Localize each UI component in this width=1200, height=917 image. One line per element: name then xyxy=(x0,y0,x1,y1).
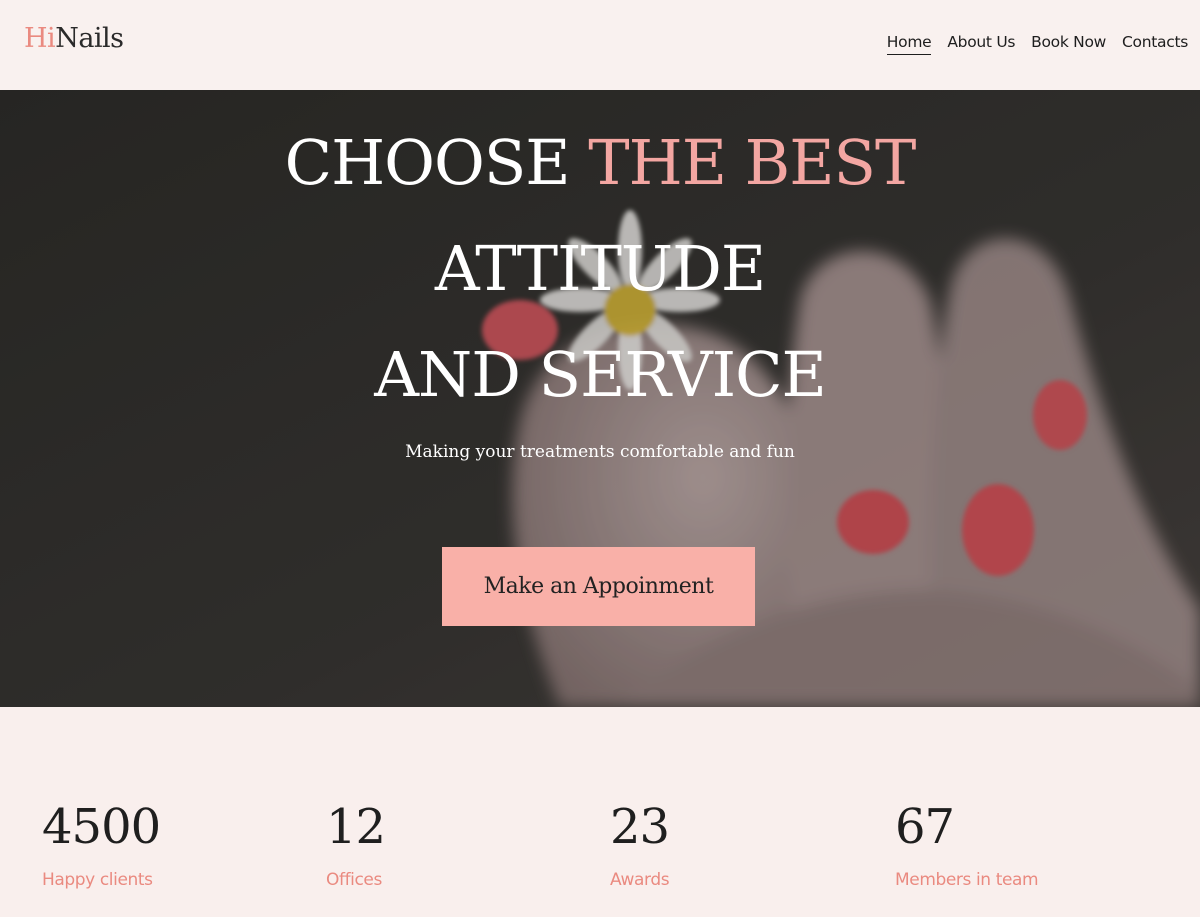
stat-value: 23 xyxy=(610,799,670,855)
make-appointment-button[interactable]: Make an Appoinment xyxy=(442,547,755,626)
stat-awards: 23 Awards xyxy=(610,799,670,890)
logo-suffix: Nails xyxy=(55,23,124,54)
nav-book-now[interactable]: Book Now xyxy=(1031,31,1106,55)
main-nav: Home About Us Book Now Contacts xyxy=(886,31,1188,55)
stat-members-in-team: 67 Members in team xyxy=(895,799,1039,890)
hero-title-line-1: CHOOSE THE BEST xyxy=(0,110,1200,216)
stat-offices: 12 Offices xyxy=(326,799,386,890)
stats-section: 4500 Happy clients 12 Offices 23 Awards … xyxy=(0,707,1200,917)
hero-title-part1: CHOOSE xyxy=(284,126,589,199)
site-logo[interactable]: HiNails xyxy=(24,22,124,56)
hero-title-line-2: ATTITUDE xyxy=(434,232,766,305)
stat-value: 67 xyxy=(895,799,955,855)
stat-value: 12 xyxy=(326,799,386,855)
nav-home[interactable]: Home xyxy=(886,31,932,55)
stat-label: Awards xyxy=(610,870,670,890)
stat-label: Offices xyxy=(326,870,382,890)
logo-prefix: Hi xyxy=(24,23,56,54)
stat-value: 4500 xyxy=(42,799,161,855)
hero-section: CHOOSE THE BEST ATTITUDE AND SERVICE Mak… xyxy=(0,90,1200,707)
hero-title-highlight: THE BEST xyxy=(588,126,916,199)
stat-label: Members in team xyxy=(895,870,1039,890)
stat-happy-clients: 4500 Happy clients xyxy=(42,799,161,890)
stat-label: Happy clients xyxy=(42,870,153,890)
hero-title-line-3: AND SERVICE xyxy=(374,338,827,411)
hero-subtitle: Making your treatments comfortable and f… xyxy=(405,442,795,462)
nav-about-us[interactable]: About Us xyxy=(947,31,1015,55)
site-header: HiNails Home About Us Book Now Contacts xyxy=(0,0,1200,90)
nav-contacts[interactable]: Contacts xyxy=(1122,31,1188,55)
hero-title: CHOOSE THE BEST ATTITUDE AND SERVICE xyxy=(0,110,1200,428)
